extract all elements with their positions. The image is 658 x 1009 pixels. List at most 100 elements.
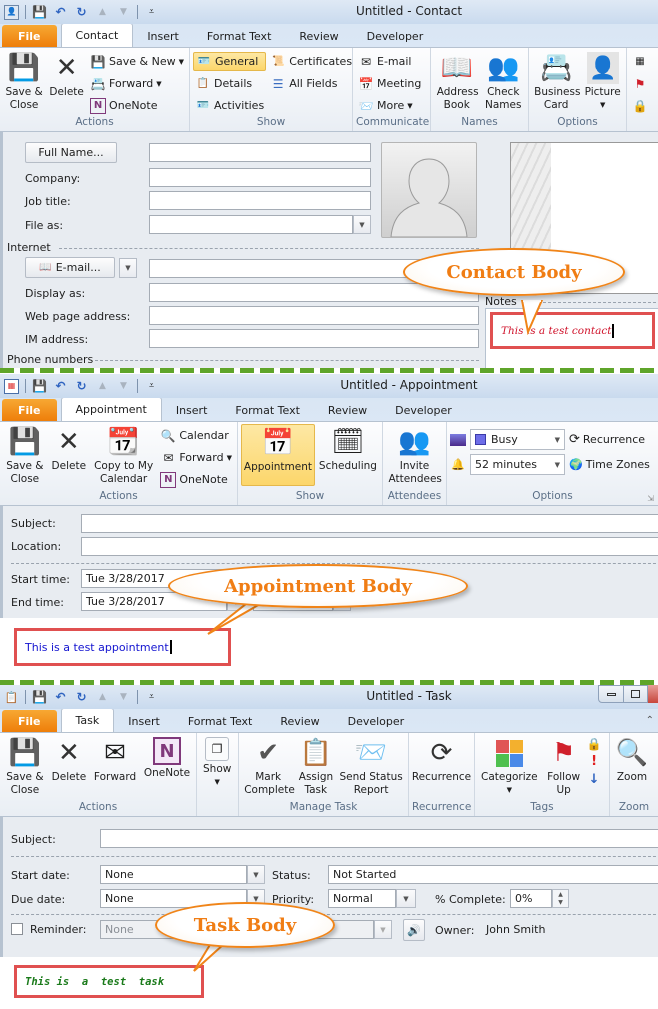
web-page-input[interactable] [149,306,479,325]
im-address-input[interactable] [149,329,479,348]
onenote-button[interactable]: N OneNote [88,96,186,115]
task-body-text[interactable]: This is a test task [14,965,204,998]
full-name-button[interactable]: Full Name... [25,142,117,163]
forward-button[interactable]: ✉ Forward ▼ [158,448,234,467]
email-button[interactable]: 📖 E-mail... [25,257,115,278]
send-status-report-button[interactable]: 📨 Send Status Report [337,735,405,801]
tab-format-text[interactable]: Format Text [221,399,314,421]
priority-dropdown[interactable]: ▼ [396,889,416,908]
percent-spinner[interactable]: ▲ ▼ [552,889,569,908]
tab-insert[interactable]: Insert [133,25,193,47]
recurrence-button[interactable]: ⟳ Recurrence [412,735,471,801]
save-new-button[interactable]: 💾 Save & New ▼ [88,52,186,71]
delete-button[interactable]: ✕ Delete [49,424,89,490]
job-title-input[interactable] [149,191,371,210]
calendar-button[interactable]: 🔍 Calendar [158,426,234,445]
reminder-sound-button[interactable]: 🔊 [403,919,425,941]
tab-task[interactable]: Task [60,708,115,732]
email-button[interactable]: ✉ E-mail [356,52,423,71]
save-close-button[interactable]: 💾 Save & Close [3,424,47,490]
forward-button[interactable]: 📇 Forward ▼ [88,74,186,93]
business-card-button[interactable]: 📇 Business Card [532,50,580,116]
appointment-view-button[interactable]: 📅 Appointment [241,424,315,486]
zoom-button[interactable]: 🔍 Zoom [613,735,651,801]
reminder-select[interactable]: 52 minutes ▼ [470,454,565,475]
high-importance-icon[interactable]: ! [591,754,597,769]
private-button[interactable]: 🔒 [630,96,655,115]
tab-developer[interactable]: Developer [334,710,419,732]
reminder-time-dropdown[interactable]: ▼ [374,920,392,939]
show-button[interactable]: ❐ Show ▼ [200,735,234,801]
dialog-launcher-icon[interactable]: ⇲ [647,494,654,503]
all-fields-button[interactable]: ☰ All Fields [268,74,354,93]
onenote-button[interactable]: N OneNote [141,735,193,801]
tab-review[interactable]: Review [266,710,333,732]
assign-task-button[interactable]: 📋 Assign Task [296,735,335,801]
tab-format-text[interactable]: Format Text [193,25,286,47]
contact-picture[interactable] [381,142,477,238]
follow-up-button[interactable]: ⚑ Follow Up [543,735,585,801]
subject-input[interactable] [100,829,658,848]
tab-file[interactable]: File [2,710,57,732]
recurrence-button[interactable]: ⟳ Recurrence [569,432,645,447]
private-lock-icon[interactable]: 🔒 [587,737,602,751]
full-name-input[interactable] [149,143,371,162]
status-select[interactable]: Not Started [328,865,658,884]
save-close-button[interactable]: 💾 Save & Close [3,50,45,116]
spin-down-icon[interactable]: ▼ [558,899,563,906]
categorize-button[interactable]: ▦ [630,52,655,71]
activities-button[interactable]: 🪪 Activities [193,96,266,115]
subject-input[interactable] [81,514,658,533]
check-names-button[interactable]: 👥 Check Names [481,50,525,116]
percent-complete-input[interactable]: 0% [510,889,552,908]
spin-up-icon[interactable]: ▲ [558,891,563,898]
location-input[interactable] [81,537,658,556]
tab-developer[interactable]: Developer [353,25,438,47]
close-button[interactable] [648,685,658,703]
categorize-button[interactable]: Categorize ▼ [478,735,541,801]
tab-insert[interactable]: Insert [114,710,174,732]
low-importance-icon[interactable]: ↓ [589,772,600,787]
tab-format-text[interactable]: Format Text [174,710,267,732]
invite-attendees-button[interactable]: 👥 Invite Attendees [386,424,443,490]
start-date-input[interactable]: None [100,865,247,884]
picture-button[interactable]: 👤 Picture ▼ [582,50,623,116]
tab-file[interactable]: File [2,399,57,421]
minimize-ribbon-icon[interactable]: ⌃ [646,715,654,726]
delete-button[interactable]: ✕ Delete [49,735,89,801]
forward-button[interactable]: ✉ Forward [91,735,139,801]
file-as-dropdown[interactable]: ▼ [353,215,371,234]
details-button[interactable]: 📋 Details [193,74,266,93]
appointment-body-text[interactable]: This is a test appointment [14,628,231,666]
tab-contact[interactable]: Contact [60,23,134,47]
more-button[interactable]: 📨 More ▼ [356,96,423,115]
tab-review[interactable]: Review [285,25,352,47]
tab-review[interactable]: Review [314,399,381,421]
general-button[interactable]: 🪪 General [193,52,267,71]
start-date-dropdown[interactable]: ▼ [247,865,265,884]
onenote-button[interactable]: N OneNote [158,470,234,489]
contact-body-text[interactable]: This is a test contact [490,312,655,349]
restore-button[interactable] [624,685,648,703]
meeting-button[interactable]: 📅 Meeting [356,74,423,93]
tab-developer[interactable]: Developer [381,399,466,421]
time-zones-button[interactable]: 🌍 Time Zones [569,458,650,471]
copy-to-calendar-button[interactable]: 📆 Copy to My Calendar [91,424,156,490]
minimize-button[interactable] [598,685,624,703]
file-as-input[interactable] [149,215,353,234]
follow-up-button[interactable]: ⚑ [630,74,655,93]
save-close-button[interactable]: 💾 Save & Close [3,735,47,801]
mark-complete-button[interactable]: ✔ Mark Complete [242,735,295,801]
scheduling-button[interactable]: 🗓 Scheduling [317,424,379,490]
company-input[interactable] [149,168,371,187]
priority-select[interactable]: Normal [328,889,396,908]
certificates-button[interactable]: 📜 Certificates [268,52,354,71]
address-book-button[interactable]: 📖 Address Book [434,50,479,116]
tab-insert[interactable]: Insert [162,399,222,421]
email-type-dropdown[interactable]: ▼ [119,258,137,278]
tab-appointment[interactable]: Appointment [60,397,162,421]
show-as-select[interactable]: Busy ▼ [470,429,565,450]
delete-button[interactable]: ✕ Delete [47,50,86,116]
reminder-checkbox[interactable] [11,923,23,935]
tab-file[interactable]: File [2,25,57,47]
